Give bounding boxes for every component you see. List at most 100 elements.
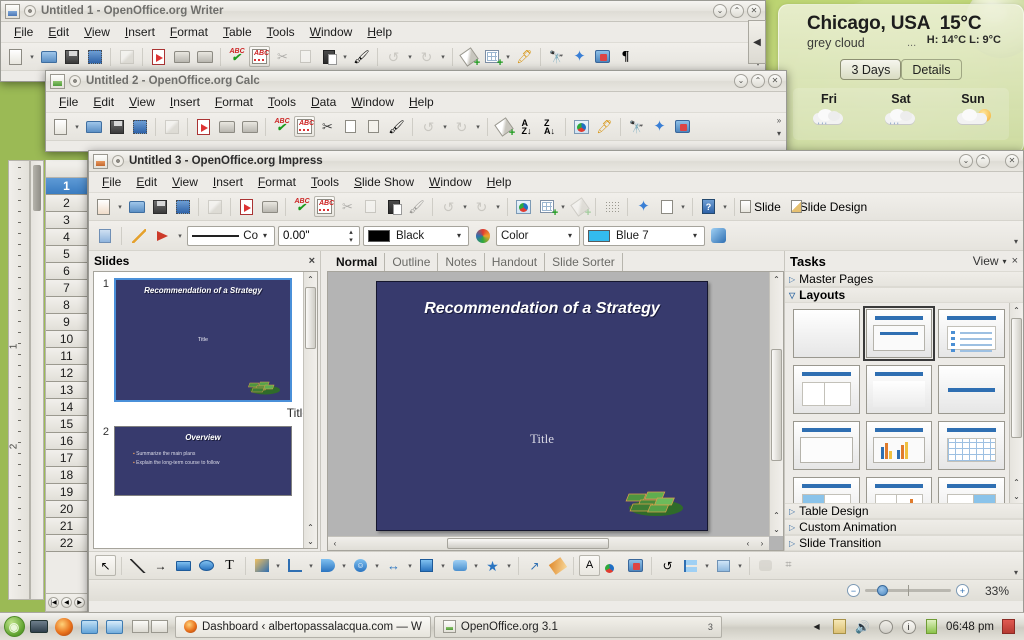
points-icon[interactable]: ↗: [524, 555, 545, 576]
klipper-icon[interactable]: [1000, 618, 1017, 635]
edit-file-icon[interactable]: [204, 196, 225, 217]
menu-table[interactable]: Table: [216, 23, 259, 41]
calc-sheet-nav[interactable]: |◀ ◀ ▶: [46, 593, 87, 611]
zoom-slider[interactable]: [864, 585, 951, 596]
scrollbar-thumb[interactable]: [1011, 318, 1022, 438]
window-menu-icon[interactable]: [112, 155, 124, 167]
calc-row-header[interactable]: 2: [46, 195, 87, 212]
window-impress[interactable]: Untitled 3 - OpenOffice.org Impress ⌄ ⌃ …: [88, 150, 1024, 620]
spelling-icon[interactable]: ABC ✔: [291, 196, 312, 217]
new-document-dropdown-icon[interactable]: ▾: [116, 203, 124, 211]
sort-ascending-icon[interactable]: A Z↓: [516, 116, 537, 137]
taskbar-clock[interactable]: 06:48 pm: [946, 621, 994, 633]
scroll-up-icon-bottom[interactable]: ⌃: [770, 508, 784, 522]
new-presentation-icon[interactable]: [93, 196, 114, 217]
calc-row-header[interactable]: 1: [46, 178, 87, 195]
text-icon[interactable]: T: [219, 555, 240, 576]
basic-shapes-dropdown-icon[interactable]: ▾: [340, 562, 348, 570]
zoom-level-label[interactable]: 33%: [985, 584, 1009, 598]
writer-menubar[interactable]: File Edit View Insert Format Table Tools Window…: [1, 22, 765, 43]
fontwork-icon[interactable]: A: [579, 555, 600, 576]
insert-table-icon[interactable]: +: [536, 196, 558, 219]
undo-dropdown-icon[interactable]: ▾: [441, 123, 449, 131]
konsole-icon[interactable]: [103, 616, 125, 638]
maximize-button[interactable]: ⌃: [751, 74, 765, 88]
clone-formatting-icon[interactable]: 🖌: [386, 116, 407, 137]
tasks-section-layouts[interactable]: ▽ Layouts: [785, 287, 1023, 303]
calc-row-header[interactable]: 4: [46, 229, 87, 246]
drawing-toolbar-overflow-icon[interactable]: ▾: [1011, 555, 1021, 577]
layouts-grid[interactable]: [785, 303, 1023, 503]
clipboard-icon[interactable]: [831, 618, 848, 635]
table-dropdown-icon[interactable]: ▾: [504, 53, 512, 61]
undo-icon[interactable]: ↺: [418, 116, 439, 137]
redo-icon[interactable]: ↻: [451, 116, 472, 137]
undo-dropdown-icon[interactable]: ▾: [461, 203, 469, 211]
connector-icon[interactable]: [284, 555, 305, 576]
close-button[interactable]: ✕: [1005, 154, 1019, 168]
hyperlink-icon[interactable]: +: [493, 116, 515, 139]
navigator-icon[interactable]: ✦: [569, 46, 590, 67]
save-icon[interactable]: [106, 116, 127, 137]
taskbar-task-firefox[interactable]: Dashboard ‹ albertopassalacqua.com — W: [175, 615, 431, 638]
copy-icon[interactable]: [340, 116, 361, 137]
print-file-directly-icon[interactable]: [171, 46, 192, 67]
layout-title-content-image[interactable]: [938, 477, 1005, 503]
show-desktop-icon[interactable]: [28, 616, 50, 638]
next-sheet-icon[interactable]: ▶: [74, 597, 85, 608]
show-draw-functions-icon[interactable]: 🖊: [514, 46, 535, 67]
calc-row-header[interactable]: 22: [46, 535, 87, 552]
close-icon[interactable]: ×: [1012, 255, 1018, 267]
split-right-icon[interactable]: ›: [755, 539, 769, 548]
symbol-shapes-dropdown-icon[interactable]: ▾: [373, 562, 381, 570]
block-arrows-icon[interactable]: ↔: [383, 555, 404, 576]
chevron-down-icon[interactable]: ▾: [452, 231, 466, 240]
insert-chart-icon[interactable]: [513, 196, 534, 217]
gallery-icon[interactable]: [625, 555, 646, 576]
menu-format[interactable]: Format: [208, 93, 260, 111]
weather-3days-button[interactable]: 3 Days: [840, 59, 902, 80]
canvas-vertical-scrollbar[interactable]: ⌃ ⌃ ⌄: [769, 272, 783, 536]
scroll-up-icon-bottom[interactable]: ⌃: [304, 520, 318, 534]
scroll-up-icon-bottom[interactable]: ⌃: [1010, 475, 1024, 489]
maximize-button[interactable]: ⌃: [976, 154, 990, 168]
slide-canvas-area[interactable]: Recommendation of a Strategy Title ⌃ ⌃ ⌄…: [327, 271, 784, 551]
export-directly-as-pdf-icon[interactable]: [148, 46, 169, 67]
weather-widget[interactable]: Chicago, USA 15°C grey cloud ... H: 14°C…: [778, 4, 1024, 154]
spinner-arrows-icon[interactable]: ▴ ▾: [345, 228, 357, 244]
tray-collapse-icon[interactable]: ◀: [808, 618, 825, 635]
layouts-scrollbar[interactable]: ⌃ ⌃ ⌄: [1009, 303, 1023, 503]
slides-panel-scrollbar[interactable]: ⌃ ⌃ ⌄: [303, 272, 317, 548]
paste-dropdown-icon[interactable]: ▾: [341, 53, 349, 61]
menu-format[interactable]: Format: [163, 23, 215, 41]
print-preview-icon[interactable]: [239, 116, 260, 137]
copy-icon[interactable]: [295, 46, 316, 67]
pager[interactable]: [132, 620, 168, 633]
k-menu-icon[interactable]: ◉: [3, 616, 25, 638]
show-draw-functions-icon[interactable]: 🖊: [594, 116, 615, 137]
writer-titlebar[interactable]: Untitled 1 - OpenOffice.org Writer ⌄ ⌃ ✕: [1, 1, 765, 22]
firefox-icon[interactable]: [53, 616, 75, 638]
tasks-section-custom-animation[interactable]: ▷ Custom Animation: [785, 519, 1023, 535]
copy-icon[interactable]: [360, 196, 381, 217]
save-icon[interactable]: [149, 196, 170, 217]
insert-text-box-icon[interactable]: [656, 196, 677, 217]
hyperlink-icon[interactable]: +: [458, 46, 480, 69]
panel-collapse-arrow-icon[interactable]: ◀: [748, 20, 766, 64]
arrow-icon[interactable]: →: [150, 555, 171, 576]
tasks-section-table-design[interactable]: ▷ Table Design: [785, 503, 1023, 519]
stars-icon[interactable]: ★: [482, 555, 503, 576]
layout-title-content[interactable]: [862, 306, 936, 361]
writer-vertical-scrollbar[interactable]: [30, 160, 44, 600]
table-icon[interactable]: +: [481, 46, 503, 69]
impress-menubar[interactable]: File Edit View Insert Format Tools Slide Show W…: [89, 172, 1023, 193]
calc-row-header[interactable]: 15: [46, 416, 87, 433]
calc-row-header[interactable]: 3: [46, 212, 87, 229]
writer-toolbar[interactable]: ▾ ABC✔ ABC ✂ ▾ 🖌 ↺ ▾ ↻ ▾ + + ▾ 🖊 🔭 ✦ ¶ »…: [1, 43, 765, 71]
scroll-up-icon[interactable]: ⌃: [770, 272, 784, 286]
find-replace-icon[interactable]: 🔭: [546, 46, 567, 67]
calc-row-header[interactable]: 7: [46, 280, 87, 297]
paste-icon[interactable]: [318, 46, 339, 67]
paste-icon[interactable]: [383, 196, 404, 217]
taskbar-task-openoffice[interactable]: OpenOffice.org 3.1 3: [433, 615, 722, 638]
